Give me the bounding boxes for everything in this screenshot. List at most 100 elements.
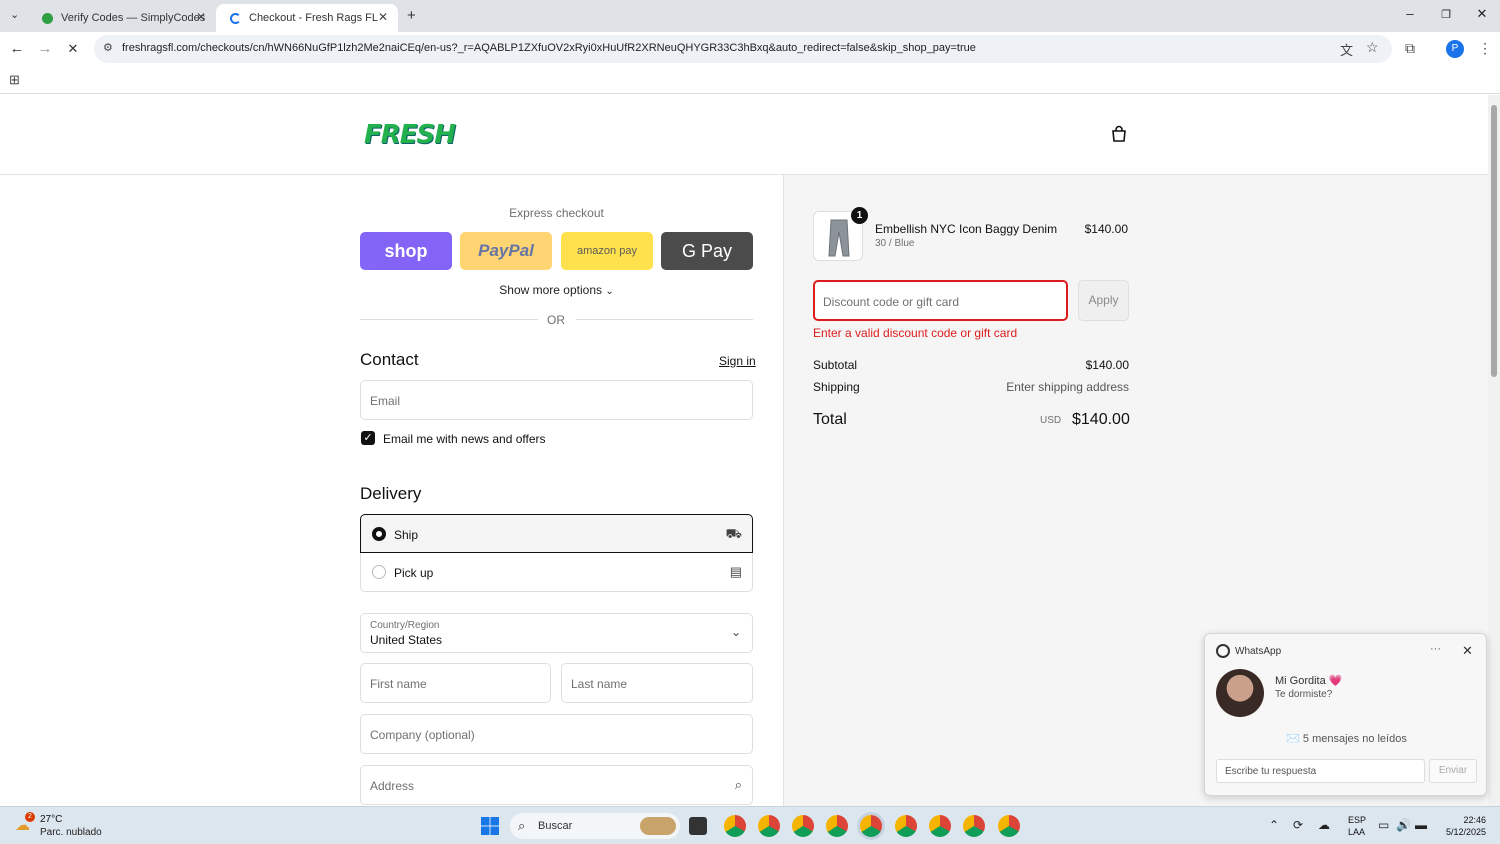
chevron-down-icon: ⌄ bbox=[730, 625, 741, 639]
store-logo[interactable]: FRESH bbox=[364, 120, 456, 150]
radio-button[interactable] bbox=[372, 565, 386, 579]
restore-icon[interactable]: ❐ bbox=[1436, 8, 1456, 21]
tab-checkout[interactable]: Checkout - Fresh Rags FL ✕ bbox=[216, 4, 398, 32]
windows-taskbar: ☁ 2 27°C Parc. nublado ⌕ Buscar ⌃ ⟳ ☁ ES… bbox=[0, 806, 1500, 844]
close-tab-icon[interactable]: ✕ bbox=[196, 10, 206, 24]
delivery-option-ship[interactable]: Ship ⛟ bbox=[360, 514, 753, 553]
country-select[interactable]: Country/Region United States ⌄ bbox=[360, 613, 753, 653]
chrome-icon[interactable] bbox=[724, 815, 746, 837]
search-icon: ⌕ bbox=[518, 818, 526, 833]
discount-placeholder: Discount code or gift card bbox=[823, 295, 960, 309]
chrome-icon[interactable] bbox=[895, 815, 917, 837]
close-icon[interactable]: ✕ bbox=[1462, 643, 1473, 659]
url-text[interactable]: freshragsfl.com/checkouts/cn/hWN66NuGfP1… bbox=[122, 42, 976, 54]
company-field[interactable]: Company (optional) bbox=[360, 714, 753, 754]
search-label: Buscar bbox=[538, 820, 573, 832]
reply-input[interactable]: Escribe tu respuesta bbox=[1216, 759, 1425, 783]
delivery-heading: Delivery bbox=[360, 484, 422, 503]
new-tab-plus-icon[interactable]: + bbox=[407, 7, 416, 24]
input-language-layout[interactable]: LAA bbox=[1348, 827, 1365, 837]
minimize-icon[interactable]: – bbox=[1400, 6, 1420, 21]
country-label: Country/Region bbox=[370, 620, 440, 631]
tab-search-chevron-icon[interactable]: ⌄ bbox=[10, 8, 19, 21]
last-name-field[interactable]: Last name bbox=[561, 663, 753, 703]
apply-discount-button[interactable]: Apply bbox=[1078, 280, 1129, 321]
tab-simplycodes[interactable]: Verify Codes — SimplyCodes ✕ bbox=[28, 4, 216, 32]
loading-spinner-icon bbox=[230, 12, 241, 24]
clock-time[interactable]: 22:46 bbox=[1450, 815, 1486, 825]
simplycodes-favicon-icon bbox=[42, 12, 53, 24]
notification-app-name: WhatsApp bbox=[1235, 646, 1282, 657]
weather-temperature[interactable]: 27°C bbox=[40, 814, 62, 825]
clock-date[interactable]: 5/12/2025 bbox=[1436, 827, 1486, 837]
chrome-icon[interactable] bbox=[963, 815, 985, 837]
express-checkout-title: Express checkout bbox=[509, 206, 604, 220]
bookmark-star-icon[interactable]: ☆ bbox=[1366, 39, 1379, 56]
chrome-icon[interactable] bbox=[792, 815, 814, 837]
send-button[interactable]: Enviar bbox=[1429, 759, 1477, 783]
scrollbar-thumb[interactable] bbox=[1491, 105, 1497, 377]
input-language[interactable]: ESP bbox=[1348, 815, 1366, 825]
more-options-icon[interactable]: ··· bbox=[1430, 643, 1441, 655]
chrome-icon[interactable] bbox=[929, 815, 951, 837]
chrome-icon[interactable] bbox=[998, 815, 1020, 837]
reply-placeholder: Escribe tu respuesta bbox=[1225, 766, 1317, 777]
chrome-icon[interactable] bbox=[758, 815, 780, 837]
address-bar[interactable]: ⚙ freshragsfl.com/checkouts/cn/hWN66NuGf… bbox=[94, 35, 1392, 63]
apps-grid-icon[interactable]: ⊞ bbox=[9, 72, 20, 88]
total-label: Total bbox=[813, 411, 847, 428]
weather-badge: 2 bbox=[25, 812, 35, 822]
first-name-field[interactable]: First name bbox=[360, 663, 551, 703]
delivery-option-pickup[interactable]: Pick up ▤ bbox=[360, 553, 753, 592]
windows-start-icon[interactable] bbox=[481, 817, 499, 835]
store-header: FRESH bbox=[0, 95, 1488, 175]
cloud-icon[interactable]: ☁ bbox=[1318, 818, 1330, 832]
divider bbox=[576, 319, 753, 320]
forward-arrow-icon[interactable]: → bbox=[35, 40, 55, 57]
whatsapp-notification: WhatsApp ··· ✕ Mi Gordita 💗 Te dormiste?… bbox=[1204, 633, 1487, 796]
show-more-options-link[interactable]: Show more options ⌄ bbox=[360, 283, 753, 297]
bookmark-bar: ⊞ bbox=[0, 68, 1500, 94]
back-arrow-icon[interactable]: ← bbox=[7, 40, 27, 57]
paypal-button[interactable]: PayPal bbox=[460, 232, 552, 270]
show-more-options-label: Show more options bbox=[499, 283, 602, 297]
chrome-icon[interactable] bbox=[826, 815, 848, 837]
tab-title: Checkout - Fresh Rags FL bbox=[249, 12, 378, 24]
browser-menu-icon[interactable]: ⋮ bbox=[1478, 40, 1492, 57]
search-highlight-image bbox=[640, 817, 676, 835]
site-info-icon[interactable]: ⚙ bbox=[103, 41, 113, 54]
sync-icon[interactable]: ⟳ bbox=[1293, 818, 1303, 832]
file-explorer-icon[interactable] bbox=[689, 817, 707, 835]
google-pay-button[interactable]: G Pay bbox=[661, 232, 753, 270]
stop-loading-icon[interactable]: ✕ bbox=[63, 41, 83, 57]
battery-icon[interactable]: ▬ bbox=[1415, 818, 1427, 832]
total-currency: USD bbox=[1040, 415, 1062, 426]
close-window-icon[interactable]: ✕ bbox=[1472, 6, 1492, 22]
newsletter-label[interactable]: Email me with news and offers bbox=[383, 432, 546, 446]
or-divider-label: OR bbox=[547, 313, 565, 327]
subtotal-value: $140.00 bbox=[1085, 358, 1129, 372]
close-tab-icon[interactable]: ✕ bbox=[378, 10, 388, 24]
profile-avatar[interactable]: P bbox=[1446, 40, 1464, 58]
address-field[interactable]: Address ⌕ bbox=[360, 765, 753, 805]
network-icon[interactable]: ▭ bbox=[1378, 818, 1389, 832]
discount-code-input[interactable]: Discount code or gift card bbox=[813, 280, 1068, 321]
shipping-value: Enter shipping address bbox=[1006, 380, 1129, 394]
quantity-badge: 1 bbox=[851, 207, 868, 224]
page-scrollbar[interactable] bbox=[1488, 95, 1500, 806]
shop-pay-button[interactable]: shop bbox=[360, 232, 452, 270]
taskbar-search[interactable]: ⌕ Buscar bbox=[510, 813, 680, 839]
extensions-puzzle-icon[interactable]: ⧉ bbox=[1405, 40, 1415, 57]
amazon-pay-button[interactable]: amazon pay bbox=[561, 232, 653, 270]
email-field[interactable]: Email bbox=[360, 380, 753, 420]
sign-in-link[interactable]: Sign in bbox=[719, 354, 756, 368]
translate-icon[interactable]: 文 bbox=[1340, 40, 1353, 59]
radio-button-selected[interactable] bbox=[372, 527, 386, 541]
shopping-bag-icon[interactable] bbox=[1110, 125, 1128, 143]
tray-chevron-up-icon[interactable]: ⌃ bbox=[1269, 818, 1279, 832]
weather-description[interactable]: Parc. nublado bbox=[40, 827, 102, 838]
message-sender: Mi Gordita 💗 bbox=[1275, 675, 1343, 687]
volume-icon[interactable]: 🔊 bbox=[1396, 818, 1411, 832]
newsletter-checkbox[interactable]: ✓ bbox=[361, 431, 375, 445]
chrome-icon[interactable] bbox=[860, 815, 882, 837]
